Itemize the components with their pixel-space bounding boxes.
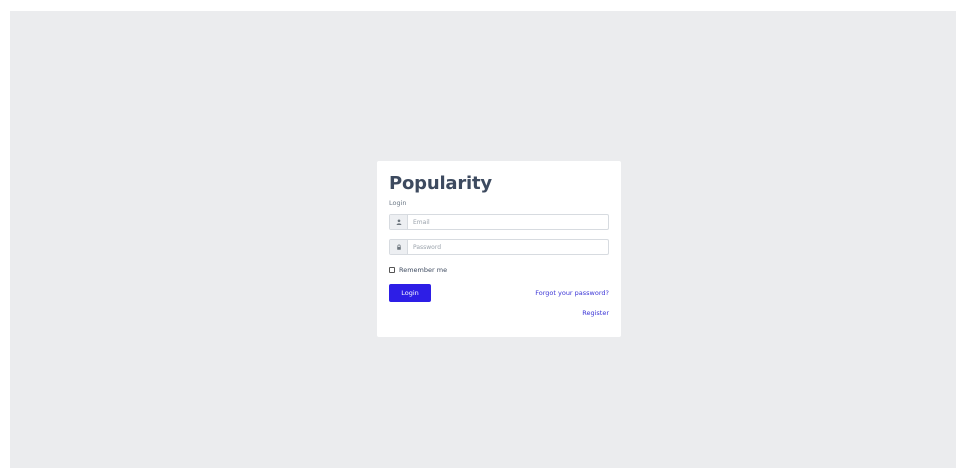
forgot-password-link[interactable]: Forgot your password? (535, 289, 609, 297)
form-subtitle: Login (389, 199, 407, 207)
login-button[interactable]: Login (389, 284, 431, 302)
app-title: Popularity (389, 173, 492, 194)
login-card: Popularity Login Remember me (377, 161, 621, 337)
page-background: Popularity Login Remember me (10, 11, 956, 468)
user-icon (390, 215, 408, 229)
email-input-group (389, 214, 609, 230)
password-input-group (389, 239, 609, 255)
form-actions: Login Forgot your password? (389, 284, 609, 302)
register-link[interactable]: Register (582, 309, 609, 317)
lock-icon (390, 240, 408, 254)
password-input[interactable] (408, 240, 608, 254)
remember-me-row: Remember me (389, 265, 609, 275)
remember-me-checkbox[interactable] (389, 267, 395, 273)
remember-me-label[interactable]: Remember me (399, 266, 447, 274)
email-input[interactable] (408, 215, 608, 229)
register-row: Register (389, 306, 609, 317)
